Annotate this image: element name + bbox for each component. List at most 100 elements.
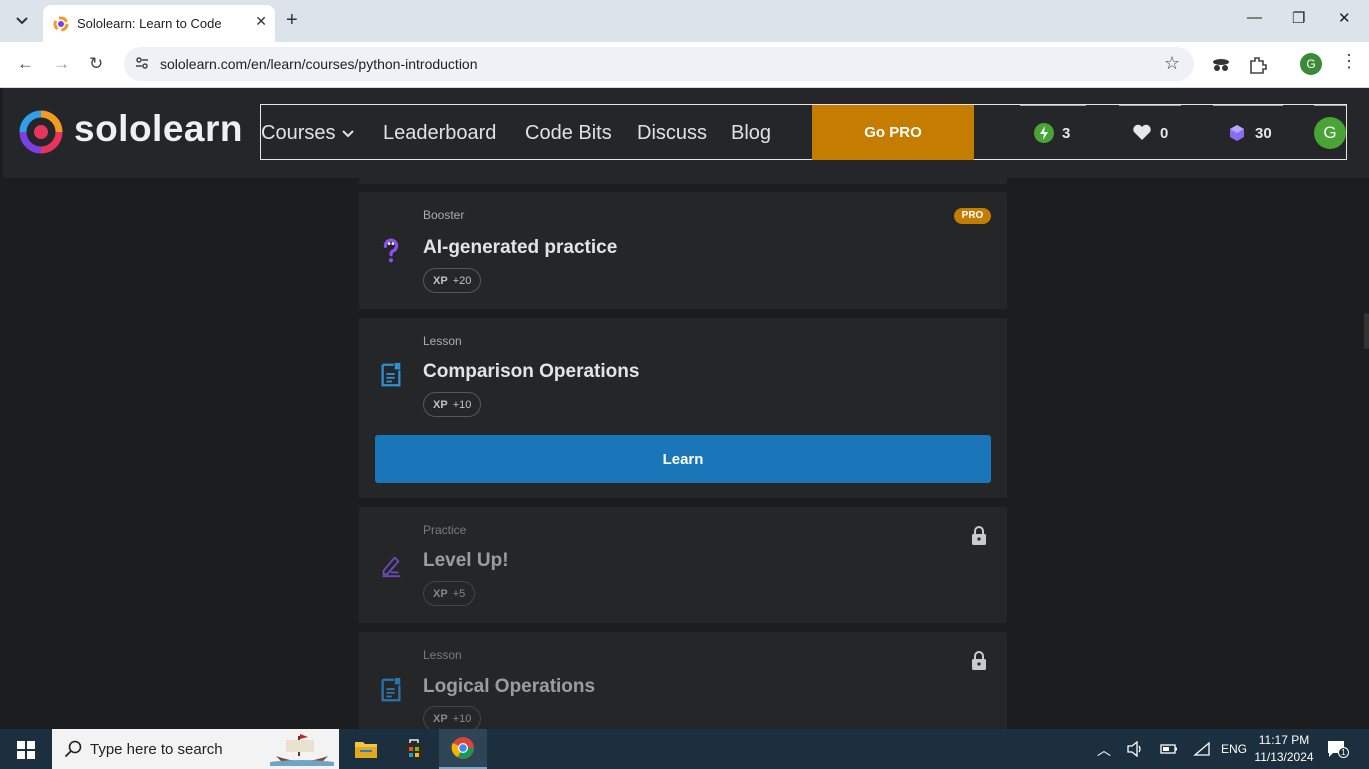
address-bar[interactable]: sololearn.com/en/learn/courses/python-in… [124,47,1194,81]
browser-profile-avatar[interactable]: G [1300,53,1322,75]
sololearn-logo-icon[interactable] [19,110,63,154]
streak-value: 3 [1062,124,1071,142]
tray-expand-chevron-icon[interactable]: ︿ [1097,740,1111,760]
practice-pencil-icon [382,556,401,578]
main-nav: Courses Leaderboard Code Bits Discuss Bl… [260,104,1347,160]
windows-start-icon[interactable] [17,741,35,759]
network-icon[interactable] [1193,741,1211,757]
chevron-down-icon [342,130,354,138]
search-highlight-ship-icon [270,734,334,766]
system-clock[interactable]: 11:17 PM 11/13/2024 [1252,732,1316,766]
taskbar-microsoft-store[interactable] [390,729,438,769]
nav-code-bits[interactable]: Code Bits [525,122,612,145]
course-content: Booster AI-generated practice XP +20 PRO… [3,178,1369,729]
card-type: Lesson [423,648,462,662]
question-icon [383,238,399,263]
extension-incognito-icon[interactable] [1210,54,1232,76]
browser-tabstrip: Sololearn: Learn to Code ✕ + — ❐ ✕ [0,0,1369,42]
folder-icon [355,742,377,758]
taskbar-chrome[interactable] [439,729,487,769]
xp-label: XP [433,274,448,287]
taskbar-file-explorer[interactable] [342,729,390,769]
input-language[interactable]: ENG [1221,742,1247,756]
battery-icon[interactable] [1160,741,1178,757]
nav-blog[interactable]: Blog [731,122,771,145]
card-title: Comparison Operations [423,361,640,382]
xp-badge: XP +5 [423,581,476,606]
chevron-down-icon [16,17,28,25]
extensions-puzzle-icon[interactable] [1247,54,1269,76]
xp-value: +10 [452,712,472,725]
nav-courses-label: Courses [261,122,336,144]
divider [1119,105,1181,106]
minimize-button[interactable]: — [1247,9,1262,26]
url-text[interactable]: sololearn.com/en/learn/courses/python-in… [160,56,478,72]
go-pro-button[interactable]: Go PRO [812,105,974,160]
restore-button[interactable]: ❐ [1292,9,1305,27]
lesson-card-locked[interactable]: Lesson Logical Operations XP +10 [359,632,1007,729]
nav-courses[interactable]: Courses [261,122,354,145]
clock-time: 11:17 PM [1258,733,1310,747]
volume-icon[interactable] [1127,741,1145,757]
divider [1213,105,1283,106]
site-header: sololearn Courses Leaderboard Code Bits … [3,88,1369,178]
search-icon [64,740,82,758]
lesson-card[interactable]: Booster AI-generated practice XP +20 PRO [359,192,1007,309]
gems-value: 30 [1255,124,1272,142]
chrome-icon [451,737,474,759]
notification-center-button[interactable]: 1 [1327,740,1349,762]
tab-search-button[interactable] [10,10,34,32]
gems-counter[interactable]: 30 [1227,123,1272,143]
lock-icon [972,651,986,670]
notification-count: 1 [1338,747,1349,758]
lesson-card-current[interactable]: Lesson Comparison Operations XP +10 Lear… [359,318,1007,498]
close-window-button[interactable]: ✕ [1338,9,1351,27]
clock-date: 11/13/2024 [1254,750,1314,764]
xp-badge: XP +10 [423,392,482,417]
xp-badge: XP +10 [423,706,482,729]
tab-close-icon[interactable]: ✕ [255,14,267,30]
lesson-card-locked[interactable]: Practice Level Up! XP +5 [359,507,1007,623]
card-type: Practice [423,523,467,537]
card-type: Lesson [423,334,462,348]
xp-value: +5 [452,587,466,600]
browser-tab-active[interactable]: Sololearn: Learn to Code ✕ [43,5,275,42]
scrollbar-thumb[interactable] [1364,313,1369,349]
xp-label: XP [433,398,448,411]
reload-icon[interactable]: ↻ [89,54,103,74]
lesson-doc-icon [381,677,401,702]
card-title: Logical Operations [423,676,596,697]
taskbar-search-placeholder: Type here to search [90,741,223,758]
windows-taskbar: Type here to search ︿ ENG 11:17 PM 11/13… [0,729,1369,769]
heart-icon [1133,124,1151,140]
card-title: AI-generated practice [423,237,618,258]
forward-arrow-icon[interactable]: → [53,54,70,74]
logo-text[interactable]: sololearn [74,108,243,150]
pro-badge: PRO [954,208,991,224]
xp-label: XP [433,587,448,600]
user-avatar[interactable]: G [1314,117,1346,149]
browser-toolbar: ← → ↻ sololearn.com/en/learn/courses/pyt… [0,42,1369,88]
lightning-icon [1034,123,1054,143]
streak-counter[interactable]: 3 [1034,123,1070,143]
site-info-icon[interactable] [135,56,149,70]
browser-menu-icon[interactable]: ⋮ [1340,51,1358,72]
divider [1020,105,1086,106]
nav-leaderboard[interactable]: Leaderboard [383,122,496,145]
tab-title: Sololearn: Learn to Code [77,16,222,31]
bookmark-star-icon[interactable]: ☆ [1164,53,1180,74]
hearts-value: 0 [1160,124,1169,142]
nav-discuss[interactable]: Discuss [637,122,707,145]
xp-value: +10 [452,398,472,411]
back-arrow-icon[interactable]: ← [17,54,34,74]
hearts-counter[interactable]: 0 [1132,123,1168,143]
taskbar-search-box[interactable]: Type here to search [52,729,339,769]
store-icon [404,739,424,759]
gem-icon [1230,125,1244,141]
sololearn-favicon-icon [53,16,69,31]
xp-value: +20 [452,274,472,287]
learn-button[interactable]: Learn [375,435,991,483]
new-tab-button[interactable]: + [286,9,298,32]
xp-label: XP [433,712,448,725]
lock-icon [972,526,986,545]
